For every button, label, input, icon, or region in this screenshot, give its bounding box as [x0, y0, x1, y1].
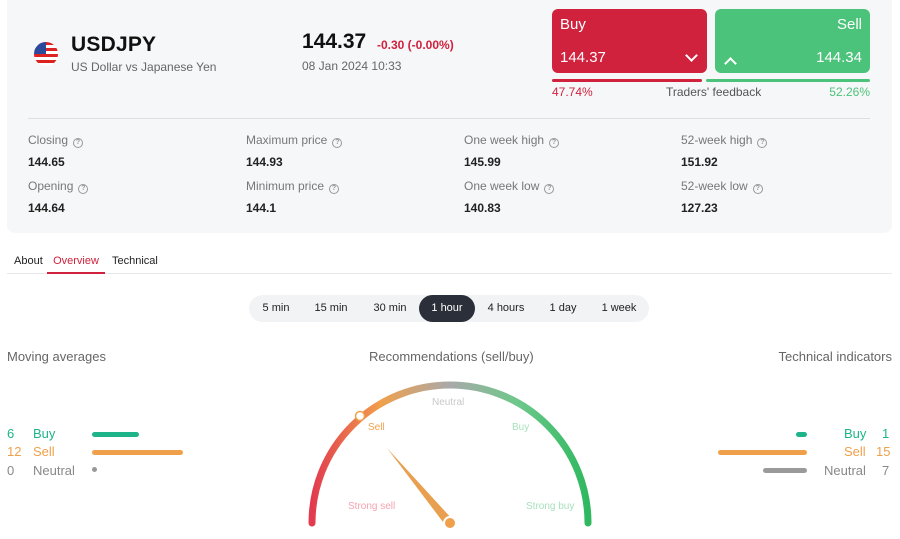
recommendation-gauge: Strong sell Sell Neutral Buy Strong buy [308, 381, 592, 530]
info-icon[interactable]: ? [752, 184, 763, 194]
period-1-day[interactable]: 1 day [539, 295, 587, 322]
stat-value: 144.1 [246, 201, 277, 215]
ti-neutral-label: Neutral [824, 463, 866, 478]
stat-52-week-low: 52-week low? 127.23 [681, 179, 763, 215]
header-divider [28, 118, 870, 119]
stat-label: One week high [464, 133, 545, 147]
stat-value: 127.23 [681, 201, 718, 215]
ti-sell-bar [718, 450, 807, 455]
ma-buy-count: 6 [7, 426, 15, 441]
ma-buy-label: Buy [33, 426, 56, 441]
ma-neutral-count: 0 [7, 463, 15, 478]
info-icon[interactable]: ? [73, 138, 84, 148]
stat-minimum-price: Minimum price? 144.1 [246, 179, 340, 215]
stat-label: 52-week low [681, 179, 748, 193]
gauge-marker [354, 410, 366, 422]
current-price: 144.37 [302, 30, 367, 53]
ti-neutral-count: 7 [882, 463, 890, 478]
gauge-label-strong-sell: Strong sell [348, 501, 395, 512]
feedback-sell-bar [706, 79, 870, 82]
price-timestamp: 08 Jan 2024 10:33 [302, 59, 402, 73]
stat-value: 144.65 [28, 155, 65, 169]
stat-value: 151.92 [681, 155, 718, 169]
buy-button-label: Buy [560, 16, 586, 33]
ma-neutral-label: Neutral [33, 463, 75, 478]
tab-technical[interactable]: Technical [112, 250, 158, 274]
tab-about[interactable]: About [14, 250, 43, 274]
gauge-label-strong-buy: Strong buy [526, 501, 574, 512]
section-tabs: About Overview Technical [7, 250, 892, 274]
us-flag-icon [34, 42, 58, 66]
stat-value: 145.99 [464, 155, 501, 169]
stat-label: Minimum price [246, 179, 325, 193]
stat-opening: Opening? 144.64 [28, 179, 89, 215]
stat-label: Closing [28, 133, 69, 147]
stat-label: Maximum price [246, 133, 328, 147]
feedback-sell-percent: 52.26% [829, 85, 870, 99]
moving-averages-title: Moving averages [7, 349, 106, 364]
buy-button[interactable]: Buy 144.37 [552, 9, 707, 73]
ti-neutral-bar [763, 468, 807, 473]
ti-buy-label: Buy [844, 426, 867, 441]
gauge-label-buy: Buy [512, 422, 529, 433]
feedback-buy-percent: 47.74% [552, 85, 593, 99]
chevron-down-icon [685, 49, 698, 62]
traders-feedback-label: Traders' feedback [666, 85, 762, 99]
price-change: -0.30 (-0.00%) [377, 38, 454, 52]
gauge-needle [387, 448, 453, 526]
period-30-min[interactable]: 30 min [363, 295, 417, 322]
gauge-label-sell: Sell [368, 422, 385, 433]
stat-one-week-low: One week low? 140.83 [464, 179, 555, 215]
instrument-symbol: USDJPY [71, 33, 157, 56]
feedback-buy-bar [552, 79, 702, 82]
info-icon[interactable]: ? [544, 184, 555, 194]
sell-button[interactable]: Sell 144.34 [715, 9, 870, 73]
period-selector: 5 min 15 min 30 min 1 hour 4 hours 1 day… [249, 295, 649, 322]
period-1-hour[interactable]: 1 hour [419, 295, 475, 322]
info-icon[interactable]: ? [332, 138, 343, 148]
technical-indicators-title: Technical indicators [778, 349, 892, 364]
buy-price: 144.37 [560, 49, 606, 66]
stat-label: One week low [464, 179, 540, 193]
ma-sell-bar [92, 450, 183, 455]
stat-closing: Closing? 144.65 [28, 133, 84, 169]
info-icon[interactable]: ? [549, 138, 560, 148]
ti-sell-count: 15 [876, 444, 891, 459]
stat-label: 52-week high [681, 133, 753, 147]
stat-value: 144.64 [28, 201, 65, 215]
ma-sell-label: Sell [33, 444, 55, 459]
info-icon[interactable]: ? [78, 184, 89, 194]
tab-overview[interactable]: Overview [47, 250, 105, 274]
instrument-name: US Dollar vs Japanese Yen [71, 60, 217, 74]
gauge-needle-pivot [443, 516, 457, 530]
stat-label: Opening [28, 179, 74, 193]
info-icon[interactable]: ? [329, 184, 340, 194]
stat-value: 144.93 [246, 155, 283, 169]
gauge-label-neutral: Neutral [432, 397, 464, 408]
stat-one-week-high: One week high? 145.99 [464, 133, 560, 169]
ma-buy-bar [92, 432, 139, 437]
sell-price: 144.34 [816, 49, 862, 66]
recommendations-title: Recommendations (sell/buy) [369, 349, 534, 364]
ma-neutral-bar [92, 467, 97, 472]
period-15-min[interactable]: 15 min [305, 295, 357, 322]
ti-buy-bar [796, 432, 807, 437]
ti-sell-label: Sell [844, 444, 866, 459]
stat-value: 140.83 [464, 201, 501, 215]
period-4-hours[interactable]: 4 hours [479, 295, 533, 322]
stat-52-week-high: 52-week high? 151.92 [681, 133, 768, 169]
ti-buy-count: 1 [882, 426, 890, 441]
period-1-week[interactable]: 1 week [593, 295, 645, 322]
ma-sell-count: 12 [7, 444, 22, 459]
stat-maximum-price: Maximum price? 144.93 [246, 133, 343, 169]
chevron-up-icon [724, 57, 737, 70]
info-icon[interactable]: ? [757, 138, 768, 148]
period-5-min[interactable]: 5 min [253, 295, 299, 322]
sell-button-label: Sell [836, 16, 862, 33]
